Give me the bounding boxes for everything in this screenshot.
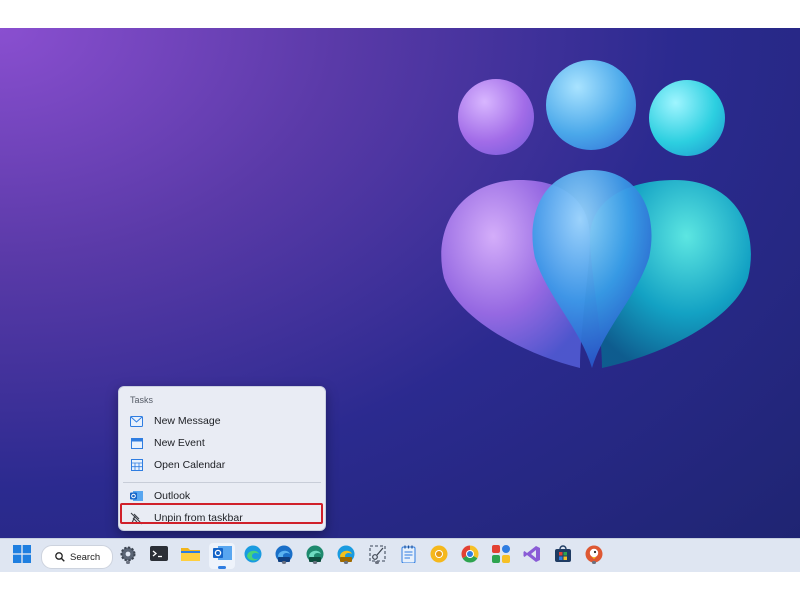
store-icon: [554, 544, 572, 568]
colorful-app-icon: [492, 544, 510, 568]
menu-separator: [123, 482, 321, 483]
taskbar-app-duckduckgo[interactable]: [584, 545, 604, 568]
visual-studio-icon: [523, 545, 541, 568]
taskbar-app-notepad[interactable]: [398, 545, 418, 568]
taskbar-app-chrome-canary[interactable]: [429, 545, 449, 568]
running-indicator: [126, 561, 130, 564]
jump-list-header: Tasks: [130, 395, 154, 405]
taskbar-app-edge-beta[interactable]: [274, 545, 294, 568]
taskbar-search[interactable]: Search: [41, 545, 113, 569]
chrome-icon: [461, 545, 479, 568]
running-indicator: [313, 561, 317, 564]
edge-beta-icon: [275, 545, 293, 568]
taskbar-app-file-explorer[interactable]: [180, 546, 200, 566]
calendar-icon: [130, 459, 143, 472]
menu-item-label: Open Calendar: [154, 459, 226, 471]
new-message-icon: [130, 415, 143, 428]
taskbar: Search: [0, 538, 800, 572]
wallpaper-hearts: [441, 170, 751, 368]
start-button[interactable]: [12, 544, 32, 568]
running-indicator: [344, 561, 348, 564]
menu-item-new-event[interactable]: New Event: [123, 433, 321, 453]
new-event-icon: [130, 437, 143, 450]
search-label: Search: [70, 551, 101, 563]
notepad-icon: [401, 545, 416, 568]
wallpaper-orb-center: [546, 60, 636, 150]
duckduckgo-icon: [585, 545, 603, 568]
chrome-canary-icon: [430, 545, 448, 568]
menu-item-label: Outlook: [154, 490, 191, 502]
taskbar-app-snipping-tool[interactable]: [367, 545, 387, 566]
folder-icon: [180, 546, 200, 566]
outlook-icon: [212, 545, 232, 567]
taskbar-app-edge[interactable]: [243, 545, 263, 568]
taskbar-app-colorful[interactable]: [491, 544, 511, 568]
menu-item-label: New Event: [154, 437, 205, 449]
taskbar-app-terminal[interactable]: [149, 546, 169, 566]
taskbar-app-outlook[interactable]: [209, 543, 235, 569]
wallpaper-orb-left: [458, 79, 534, 155]
running-indicator: [282, 561, 286, 564]
running-indicator: [592, 561, 596, 564]
search-icon: [55, 552, 65, 562]
edge-canary-icon: [337, 545, 355, 568]
taskbar-app-visual-studio[interactable]: [522, 545, 542, 568]
taskbar-app-edge-dev[interactable]: [305, 545, 325, 568]
taskbar-app-chrome[interactable]: [460, 545, 480, 568]
windows-start-icon: [13, 544, 31, 568]
menu-item-open-calendar[interactable]: Open Calendar: [123, 455, 321, 475]
highlight-box: [120, 503, 323, 524]
terminal-icon: [150, 546, 168, 566]
outlook-icon: [130, 490, 143, 503]
wallpaper-orb-right: [649, 80, 725, 156]
taskbar-app-settings[interactable]: [118, 546, 138, 566]
running-indicator: [218, 566, 226, 569]
taskbar-app-edge-canary[interactable]: [336, 545, 356, 568]
edge-icon: [244, 545, 262, 568]
desktop: Tasks New Message New Event Open Calenda…: [0, 28, 800, 572]
menu-item-new-message[interactable]: New Message: [123, 411, 321, 431]
running-indicator: [375, 561, 379, 564]
menu-item-label: New Message: [154, 415, 221, 427]
edge-dev-icon: [306, 545, 324, 568]
taskbar-app-store[interactable]: [553, 544, 573, 568]
gear-icon: [119, 545, 137, 568]
